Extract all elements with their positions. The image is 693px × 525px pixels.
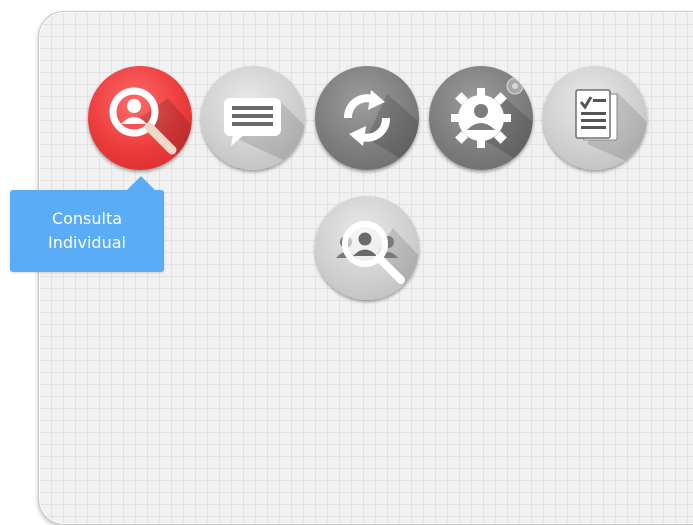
user-settings-icon [451, 77, 533, 170]
individual-search-button[interactable] [88, 66, 192, 170]
user-settings-button[interactable] [429, 66, 533, 170]
refresh-button[interactable] [315, 66, 419, 170]
tooltip-arrow [127, 176, 155, 190]
checklist-document-icon [575, 89, 647, 170]
button-tooltip: Consulta Individual [10, 190, 164, 272]
reports-button[interactable] [543, 66, 647, 170]
message-icon [224, 98, 305, 170]
app-screen: Consulta Individual [0, 0, 693, 525]
group-search-button[interactable] [315, 196, 419, 300]
tooltip-label: Consulta Individual [48, 209, 126, 252]
group-search-icon [336, 221, 419, 300]
refresh-icon [344, 90, 419, 170]
person-search-icon [109, 87, 192, 170]
messages-button[interactable] [201, 66, 305, 170]
